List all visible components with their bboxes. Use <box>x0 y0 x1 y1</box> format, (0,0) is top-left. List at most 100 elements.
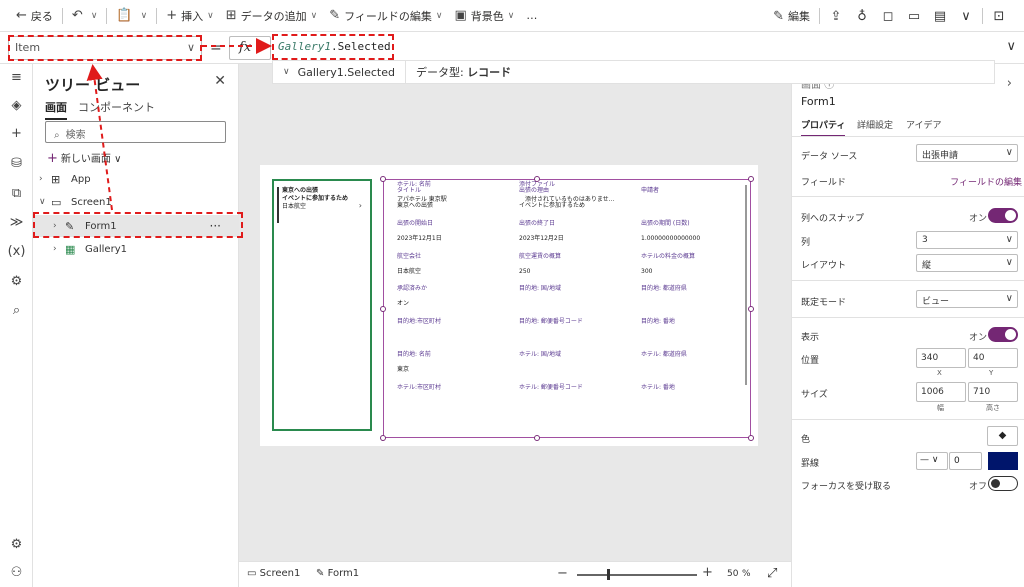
snap-toggle[interactable] <box>988 208 1018 223</box>
height-input[interactable]: 710 <box>968 382 1018 402</box>
advanced-tools-icon[interactable]: ⚙ <box>0 274 33 289</box>
resize-handle[interactable] <box>380 306 386 312</box>
zoom-out-button[interactable]: − <box>557 566 568 581</box>
form-field[interactable]: 目的地:市区町村 <box>397 317 512 332</box>
form-field[interactable]: 出張の開始日 2023年12月1日 <box>397 219 512 243</box>
resize-handle[interactable] <box>534 435 540 441</box>
zoom-in-button[interactable]: + <box>702 565 713 580</box>
form-field[interactable]: ホテル: 郵便番号コード <box>519 383 634 398</box>
search-icon[interactable]: ⌕ <box>0 303 33 318</box>
publish-icon[interactable]: ⊡ <box>986 9 1012 24</box>
tab-screens[interactable]: 画面 <box>45 99 67 120</box>
position-y-input[interactable]: 40 <box>968 348 1018 368</box>
default-mode-dropdown[interactable]: ビュー ∨ <box>916 290 1018 308</box>
edit-fields-button[interactable]: ✎ フィールドの編集 ∨ <box>323 0 448 32</box>
tab-advanced[interactable]: 詳細設定 <box>857 118 893 131</box>
form-field[interactable]: 申請者 <box>641 186 756 201</box>
fit-to-window-icon[interactable]: ⤢ <box>767 566 777 581</box>
tree-node-app[interactable]: › ⊞ App <box>33 168 239 190</box>
chevron-right-icon[interactable]: › <box>359 201 362 210</box>
form-field[interactable]: 添付ファイル 添付されているものはありませ... <box>519 180 634 204</box>
app-checker-icon[interactable]: ♁ <box>849 9 875 24</box>
form-field[interactable]: 航空運賃の概算 250 <box>519 252 634 276</box>
settings-icon[interactable]: ⚙ <box>0 537 33 552</box>
paste-button[interactable]: 📋 ∨ <box>110 0 153 32</box>
focus-toggle[interactable] <box>988 476 1018 491</box>
form-field[interactable]: 目的地: 番地 <box>641 317 756 332</box>
form-field[interactable]: 目的地: 名前 東京 <box>397 350 512 374</box>
form1[interactable]: タイトル 東京への出張 出張の理由 イベントに参加するため 申請者 出張の開始日 2023年… <box>380 176 754 441</box>
tab-ideas[interactable]: アイデア <box>906 118 942 131</box>
edit-fields-link[interactable]: フィールドの編集 <box>950 175 1022 188</box>
form-field[interactable]: ホテル: 名前 アパホテル 東京駅 <box>397 180 512 204</box>
zoom-slider-thumb[interactable] <box>607 569 610 580</box>
form-field[interactable]: 承認済みか オン <box>397 284 512 308</box>
undo-button[interactable]: ↶ ∨ <box>66 0 104 32</box>
form-field[interactable]: ホテル:市区町村 <box>397 383 512 398</box>
variables-icon[interactable]: (x) <box>0 244 33 259</box>
data-source-dropdown[interactable]: 出張申請 ∨ <box>916 144 1018 162</box>
app-screen[interactable]: 東京への出張 イベントに参加するため 日本航空 › タイトル 東京への出張 出張の理… <box>260 165 758 446</box>
chevron-right-icon[interactable]: › <box>1007 76 1012 91</box>
width-input[interactable]: 1006 <box>916 382 966 402</box>
layout-dropdown[interactable]: 縦 ∨ <box>916 254 1018 272</box>
tree-search-input[interactable]: ⌕ 検索 <box>45 121 226 143</box>
form-field[interactable]: 出張の終了日 2023年12月2日 <box>519 219 634 243</box>
close-icon[interactable]: ✕ <box>214 73 226 89</box>
breadcrumb-form1[interactable]: ✎ Form1 <box>316 568 359 579</box>
border-style-dropdown[interactable]: — ∨ <box>916 452 948 470</box>
form-field[interactable]: ホテル: 番地 <box>641 383 756 398</box>
tree-node-screen1[interactable]: ∨ ▭ Screen1 <box>33 191 239 213</box>
gallery-item[interactable]: 東京への出張 イベントに参加するため 日本航空 <box>277 187 365 223</box>
more-button[interactable]: … <box>520 0 543 32</box>
expand-formula-icon[interactable]: ∨ <box>1006 39 1016 54</box>
gallery1[interactable]: 東京への出張 イベントに参加するため 日本航空 › <box>272 179 372 431</box>
data-cylinder-icon[interactable]: ⛁ <box>0 156 33 171</box>
breadcrumb-screen1[interactable]: ▭ Screen1 <box>247 568 300 579</box>
media-icon[interactable]: ⧉ <box>0 186 33 201</box>
resize-handle[interactable] <box>380 176 386 182</box>
form-scrollbar[interactable] <box>745 185 747 385</box>
form-field[interactable]: 航空会社 日本航空 <box>397 252 512 276</box>
form-field[interactable]: 目的地: 郵便番号コード <box>519 317 634 332</box>
fx-button[interactable]: fx ∨ <box>229 36 271 60</box>
hamburger-menu-icon[interactable]: ≡ <box>0 70 33 85</box>
resize-handle[interactable] <box>534 176 540 182</box>
position-x-input[interactable]: 340 <box>916 348 966 368</box>
virtual-agent-icon[interactable]: ⚇ <box>0 565 33 580</box>
edit-button[interactable]: ✎ 編集 <box>767 0 816 32</box>
tree-node-gallery1[interactable]: › ▦ Gallery1 <box>33 238 239 260</box>
background-button[interactable]: ▣ 背景色 ∨ <box>448 0 520 32</box>
tab-components[interactable]: コンポーネント <box>78 99 155 115</box>
form-field[interactable]: ホテルの料金の概算 300 <box>641 252 756 276</box>
form-field[interactable]: 出張の期間 (日数) 1.00000000000000 <box>641 219 756 243</box>
insert-button[interactable]: + 挿入 ∨ <box>160 0 220 32</box>
save-icon[interactable]: ▤ <box>927 9 953 24</box>
fill-color-button[interactable]: ◆ <box>987 426 1018 446</box>
chevron-down-icon[interactable]: ∨ <box>953 9 979 24</box>
layers-icon[interactable]: ◈ <box>0 98 33 113</box>
form-field[interactable]: 目的地: 都道府県 <box>641 284 756 299</box>
zoom-slider[interactable] <box>577 574 697 576</box>
comment-icon[interactable]: ◻ <box>875 9 901 24</box>
columns-dropdown[interactable]: 3 ∨ <box>916 231 1018 249</box>
power-automate-icon[interactable]: ≫ <box>0 215 33 230</box>
visible-toggle[interactable] <box>988 327 1018 342</box>
add-data-button[interactable]: ⊞ データの追加 ∨ <box>220 0 324 32</box>
border-width-input[interactable]: 0 <box>949 452 982 470</box>
form-field[interactable]: ホテル: 国/地域 <box>519 350 634 365</box>
resize-handle[interactable] <box>748 306 754 312</box>
border-color-swatch[interactable] <box>988 452 1018 470</box>
resize-handle[interactable] <box>380 435 386 441</box>
back-button[interactable]: ← 戻る <box>10 0 59 32</box>
form-field[interactable]: ホテル: 都道府県 <box>641 350 756 365</box>
hint-expression[interactable]: ∨ Gallery1.Selected <box>273 61 406 83</box>
resize-handle[interactable] <box>748 435 754 441</box>
form-field[interactable]: 目的地: 国/地域 <box>519 284 634 299</box>
new-screen-button[interactable]: + 新しい画面 ∨ <box>47 150 121 166</box>
chat-icon[interactable]: ▭ <box>901 9 927 24</box>
share-icon[interactable]: ⇪ <box>823 9 849 24</box>
insert-plus-icon[interactable]: + <box>0 126 33 141</box>
resize-handle[interactable] <box>748 176 754 182</box>
tab-properties[interactable]: プロパティ <box>801 118 846 137</box>
